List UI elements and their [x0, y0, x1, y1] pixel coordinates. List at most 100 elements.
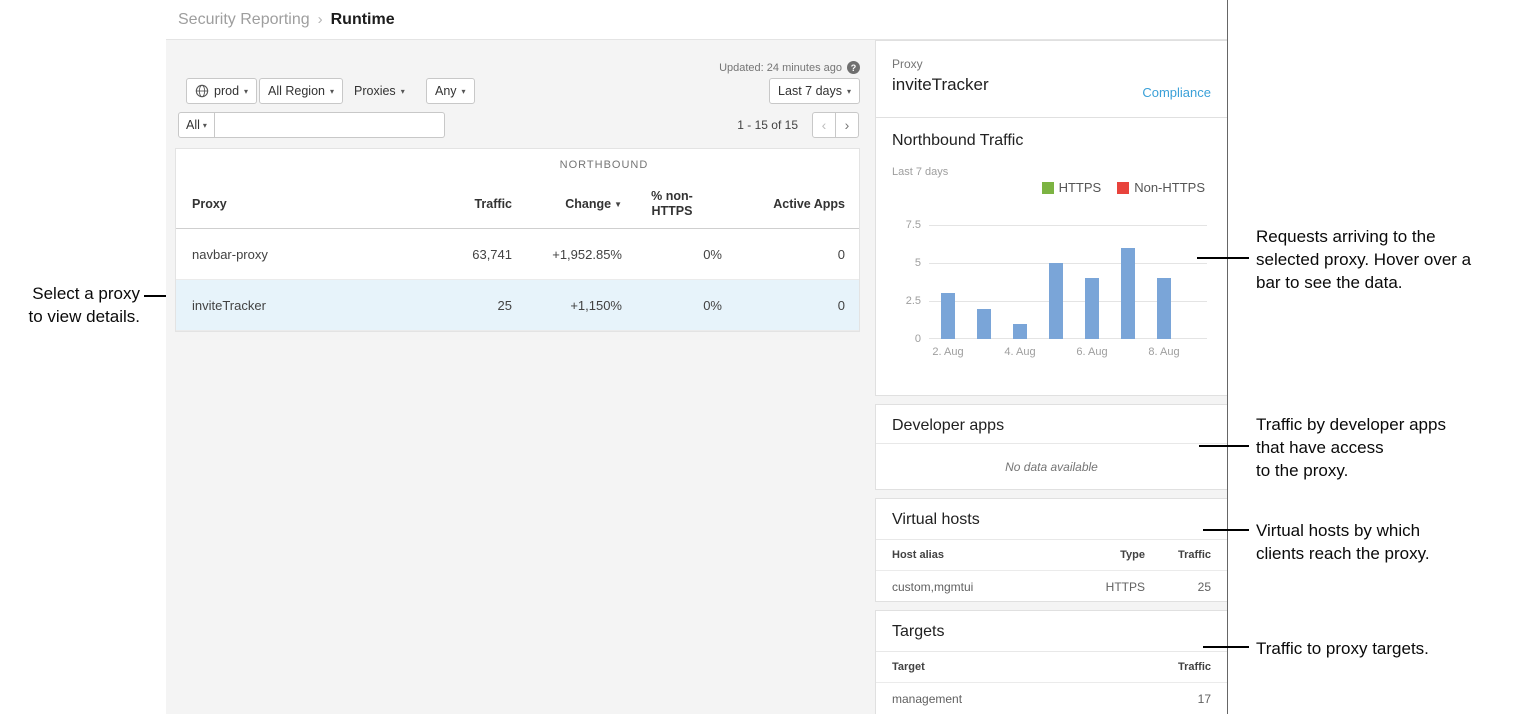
x-tick-label: 8. Aug — [1148, 346, 1179, 358]
callout-select-proxy: Select a proxy to view details. — [0, 282, 140, 328]
x-tick-label: 6. Aug — [1076, 346, 1107, 358]
page-title: Runtime — [331, 11, 395, 29]
compliance-link[interactable]: Compliance — [1142, 85, 1211, 100]
region-dropdown[interactable]: All Region ▾ — [259, 78, 343, 104]
updated-text: Updated: 24 minutes ago — [719, 62, 842, 74]
caret-down-icon: ▾ — [244, 87, 248, 96]
search-group: All ▾ — [178, 112, 445, 138]
y-tick-label: 7.5 — [876, 219, 921, 231]
cell-traffic: 25 — [416, 298, 512, 313]
callout-virtual-hosts: Virtual hosts by which clients reach the… — [1256, 519, 1506, 565]
bar-7-aug[interactable] — [1121, 248, 1135, 339]
any-filter-label: Any — [435, 84, 457, 98]
proxies-dropdown[interactable]: Proxies ▾ — [352, 78, 407, 104]
northbound-traffic-title: Northbound Traffic — [892, 132, 1023, 150]
search-scope-label: All — [186, 118, 200, 132]
column-header-traffic: Traffic — [1145, 661, 1211, 673]
non-https-header-label: % non-HTTPS — [643, 189, 701, 219]
divider — [876, 443, 1227, 444]
y-tick-label: 0 — [876, 333, 921, 345]
pagination-controls: ‹ › — [812, 112, 859, 138]
table-row-navbar-proxy[interactable]: navbar-proxy 63,741 +1,952.85% 0% 0 — [176, 229, 859, 280]
any-filter-dropdown[interactable]: Any ▾ — [426, 78, 475, 104]
developer-apps-empty-message: No data available — [876, 460, 1227, 474]
y-tick-label: 5 — [876, 257, 921, 269]
breadcrumb: Security Reporting › Runtime — [166, 0, 1228, 40]
caret-down-icon: ▾ — [203, 121, 207, 130]
developer-apps-title: Developer apps — [892, 417, 1004, 435]
legend-item-non-https: Non-HTTPS — [1117, 180, 1205, 195]
cell-active-apps: 0 — [722, 247, 859, 262]
chart-plot — [929, 225, 1207, 339]
pagination-next-button[interactable]: › — [835, 112, 859, 138]
caret-down-icon: ▾ — [330, 87, 334, 96]
legend-item-https: HTTPS — [1042, 180, 1102, 195]
virtual-hosts-title: Virtual hosts — [892, 511, 980, 529]
y-tick-label: 2.5 — [876, 295, 921, 307]
cell-active-apps: 0 — [722, 298, 859, 313]
caret-down-icon: ▾ — [401, 87, 405, 96]
x-tick-label: 2. Aug — [932, 346, 963, 358]
security-reporting-runtime-screen: Select a proxy to view details. Security… — [0, 0, 1516, 714]
cell-non-https: 0% — [622, 298, 722, 313]
updated-status: Updated: 24 minutes ago ? — [719, 61, 860, 74]
targets-title: Targets — [892, 623, 944, 641]
column-header-host-alias: Host alias — [892, 549, 1085, 561]
bar-2-aug[interactable] — [941, 293, 955, 339]
column-header-target: Target — [892, 661, 1145, 673]
column-header-change[interactable]: Change▼ — [512, 197, 622, 211]
targets-header-row: Target Traffic — [876, 651, 1227, 683]
date-range-label: Last 7 days — [778, 84, 842, 98]
bar-5-aug[interactable] — [1049, 263, 1063, 339]
table-row-invitetracker-selected[interactable]: inviteTracker 25 +1,150% 0% 0 — [176, 280, 859, 331]
environment-label: prod — [214, 84, 239, 98]
cell-target: management — [892, 692, 1145, 706]
search-input[interactable] — [215, 112, 445, 138]
bar-3-aug[interactable] — [977, 309, 991, 339]
column-header-active-apps[interactable]: Active Apps — [722, 197, 859, 211]
chart-x-axis: 2. Aug4. Aug6. Aug8. Aug — [929, 346, 1207, 360]
cell-proxy-name: navbar-proxy — [176, 247, 416, 262]
callout-requests: Requests arriving to the selected proxy.… — [1256, 225, 1516, 294]
chart-legend: HTTPS Non-HTTPS — [1042, 180, 1205, 195]
virtual-host-row: custom,mgmtui HTTPS 25 — [876, 571, 1227, 603]
table-header-row: Proxy Traffic Change▼ % non-HTTPS Active… — [176, 179, 859, 229]
help-icon[interactable]: ? — [847, 61, 860, 74]
chart-y-axis: 02.557.5 — [876, 225, 921, 339]
table-group-header-row: NORTHBOUND — [176, 149, 859, 179]
breadcrumb-section[interactable]: Security Reporting — [178, 11, 310, 29]
column-header-proxy[interactable]: Proxy — [176, 197, 416, 211]
pagination-prev-button[interactable]: ‹ — [812, 112, 836, 138]
globe-icon — [195, 84, 209, 98]
region-label: All Region — [268, 84, 325, 98]
bar-4-aug[interactable] — [1013, 324, 1027, 339]
pagination-range: 1 - 15 of 15 — [737, 118, 798, 132]
legend-swatch-icon — [1042, 182, 1054, 194]
cell-non-https: 0% — [622, 247, 722, 262]
northbound-group-label: NORTHBOUND — [422, 149, 786, 181]
callout-line-targets — [1203, 646, 1249, 648]
chart-date-range-label: Last 7 days — [892, 166, 948, 178]
column-header-non-https[interactable]: % non-HTTPS — [622, 189, 722, 219]
northbound-traffic-card: Northbound Traffic Last 7 days HTTPS Non-… — [875, 117, 1228, 396]
environment-dropdown[interactable]: prod ▾ — [186, 78, 257, 104]
selected-proxy-name: inviteTracker — [892, 75, 989, 95]
callout-targets: Traffic to proxy targets. — [1256, 637, 1506, 660]
target-row: management 17 — [876, 683, 1227, 714]
sort-descending-icon: ▼ — [614, 200, 622, 209]
callout-developer-apps: Traffic by developer apps that have acce… — [1256, 413, 1506, 482]
bar-8-aug[interactable] — [1157, 278, 1171, 339]
virtual-hosts-card: Virtual hosts Host alias Type Traffic cu… — [875, 498, 1228, 602]
chevron-right-icon: › — [318, 11, 323, 28]
date-range-dropdown[interactable]: Last 7 days ▾ — [769, 78, 860, 104]
cell-traffic: 63,741 — [416, 247, 512, 262]
legend-label: Non-HTTPS — [1134, 180, 1205, 195]
column-header-traffic[interactable]: Traffic — [416, 197, 512, 211]
bar-6-aug[interactable] — [1085, 278, 1099, 339]
cell-traffic: 25 — [1145, 580, 1211, 594]
developer-apps-card: Developer apps No data available — [875, 404, 1228, 490]
targets-card: Targets Target Traffic management 17 — [875, 610, 1228, 714]
legend-label: HTTPS — [1059, 180, 1102, 195]
search-scope-dropdown[interactable]: All ▾ — [178, 112, 215, 138]
proxy-table: NORTHBOUND Proxy Traffic Change▼ % non-H… — [175, 148, 860, 332]
